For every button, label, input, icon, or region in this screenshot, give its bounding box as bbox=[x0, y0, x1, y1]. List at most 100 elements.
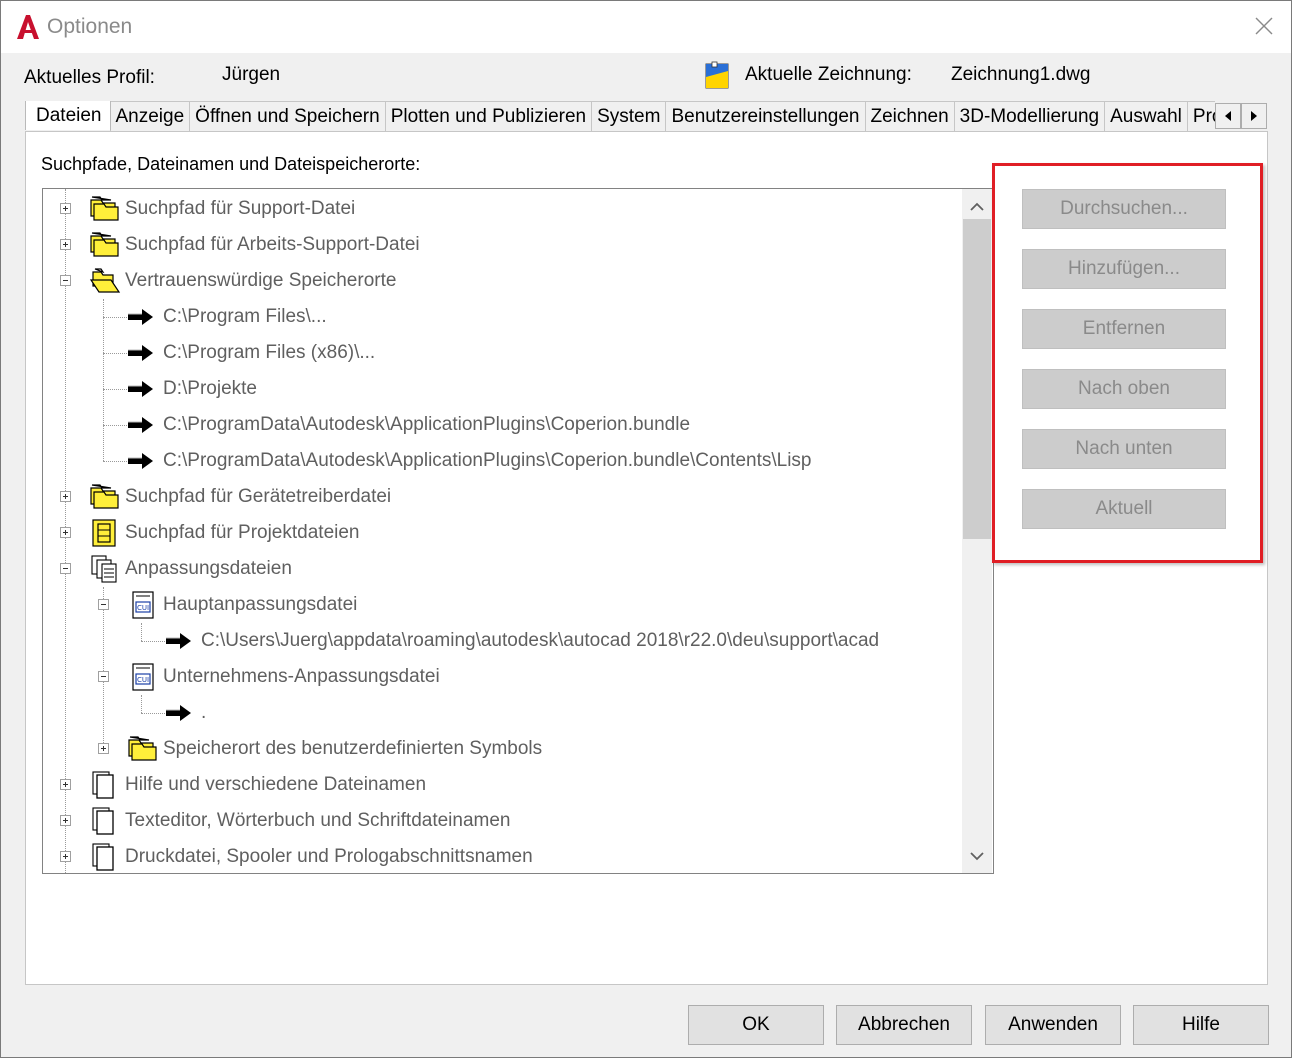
tree-item-label: C:\ProgramData\Autodesk\ApplicationPlugi… bbox=[163, 450, 812, 471]
add-button[interactable]: Hinzufügen... bbox=[1022, 249, 1226, 289]
tab-anzeige[interactable]: Anzeige bbox=[109, 101, 191, 131]
tree-scrollbar[interactable] bbox=[962, 189, 992, 873]
tree-item-trusted-locations[interactable]: Vertrauenswürdige Speicherorte bbox=[89, 263, 396, 299]
tree-item-support-path[interactable]: Suchpfad für Support-Datei bbox=[89, 191, 355, 227]
tree-item-label: Unternehmens-Anpassungsdatei bbox=[163, 666, 440, 687]
tree-item-main-customization-file[interactable]: CUI Hauptanpassungsdatei bbox=[127, 587, 357, 623]
section-label: Suchpfade, Dateinamen und Dateispeichero… bbox=[41, 154, 421, 174]
arrow-right-icon bbox=[166, 633, 191, 649]
expand-toggle[interactable] bbox=[60, 815, 71, 826]
collapse-toggle[interactable] bbox=[60, 275, 71, 286]
tree-item-custom-icon-location[interactable]: Speicherort des benutzerdefinierten Symb… bbox=[127, 731, 542, 767]
tree-item-label: Speicherort des benutzerdefinierten Symb… bbox=[163, 738, 543, 759]
drawing-file-icon bbox=[705, 61, 729, 89]
autocad-logo-icon bbox=[17, 15, 39, 39]
tree-item-label: Vertrauenswürdige Speicherorte bbox=[125, 270, 397, 291]
arrow-right-icon bbox=[128, 309, 153, 325]
tab-oeffnen-speichern[interactable]: Öffnen und Speichern bbox=[189, 101, 386, 131]
tree-item-path[interactable]: C:\ProgramData\Autodesk\ApplicationPlugi… bbox=[127, 407, 690, 443]
tree-item-print-spooler-files[interactable]: Druckdatei, Spooler und Prologabschnitts… bbox=[89, 839, 533, 873]
cui-file-icon: CUI bbox=[132, 663, 154, 691]
tab-scroll-right-button[interactable] bbox=[1241, 103, 1267, 129]
collapse-toggle[interactable] bbox=[98, 599, 109, 610]
document-stack-icon bbox=[92, 807, 114, 835]
collapse-toggle[interactable] bbox=[60, 563, 71, 574]
document-stack-icon bbox=[92, 771, 114, 799]
tree-item-label: Suchpfad für Support-Datei bbox=[125, 198, 356, 219]
tab-dateien[interactable]: Dateien bbox=[25, 101, 111, 130]
tree-item-help-misc-files[interactable]: Hilfe und verschiedene Dateinamen bbox=[89, 767, 426, 803]
expand-toggle[interactable] bbox=[60, 491, 71, 502]
project-file-icon bbox=[92, 519, 116, 547]
tree-item-label: C:\ProgramData\Autodesk\ApplicationPlugi… bbox=[163, 414, 691, 435]
chevron-down-icon bbox=[970, 851, 984, 860]
tab-zeichnen[interactable]: Zeichnen bbox=[864, 101, 955, 131]
tab-profile[interactable]: Profile bbox=[1186, 101, 1215, 131]
close-button[interactable] bbox=[1247, 9, 1281, 43]
tree-item-enterprise-customization-file[interactable]: CUI Unternehmens-Anpassungsdatei bbox=[127, 659, 440, 695]
arrow-right-icon bbox=[128, 381, 153, 397]
folder-stack-icon bbox=[128, 736, 157, 761]
tab-system[interactable]: System bbox=[591, 101, 667, 131]
expand-toggle[interactable] bbox=[60, 527, 71, 538]
cui-file-icon: CUI bbox=[132, 591, 154, 619]
tree-item-label: C:\Program Files\... bbox=[163, 306, 327, 327]
file-tree[interactable]: Suchpfad für Support-Datei Suchpfad für … bbox=[42, 188, 994, 874]
tree-item-label: Druckdatei, Spooler und Prologabschnitts… bbox=[125, 846, 533, 867]
tab-benutzereinstellungen[interactable]: Benutzereinstellungen bbox=[665, 101, 866, 131]
scroll-up-button[interactable] bbox=[962, 191, 992, 221]
tree-item-path[interactable]: C:\ProgramData\Autodesk\ApplicationPlugi… bbox=[127, 443, 812, 479]
arrow-right-icon bbox=[128, 345, 153, 361]
tree-item-path[interactable]: D:\Projekte bbox=[127, 371, 257, 407]
tree-item-text-editor-files[interactable]: Texteditor, Wörterbuch und Schriftdatein… bbox=[89, 803, 510, 839]
ok-button[interactable]: OK bbox=[688, 1005, 824, 1045]
profile-value: Jürgen bbox=[222, 64, 281, 85]
arrow-right-icon bbox=[166, 705, 191, 721]
tree-item-customization-files[interactable]: Anpassungsdateien bbox=[89, 551, 292, 587]
tab-auswahl[interactable]: Auswahl bbox=[1104, 101, 1188, 131]
tab-plotten-publizieren[interactable]: Plotten und Publizieren bbox=[384, 101, 593, 131]
triangle-left-icon bbox=[1225, 111, 1231, 121]
collapse-toggle[interactable] bbox=[98, 671, 109, 682]
browse-button[interactable]: Durchsuchen... bbox=[1022, 189, 1226, 229]
apply-button[interactable]: Anwenden bbox=[985, 1005, 1121, 1045]
expand-toggle[interactable] bbox=[98, 743, 109, 754]
tree-item-working-support-path[interactable]: Suchpfad für Arbeits-Support-Datei bbox=[89, 227, 420, 263]
tab-3d-modellierung[interactable]: 3D-Modellierung bbox=[953, 101, 1106, 131]
profile-label: Aktuelles Profil: bbox=[24, 67, 155, 88]
tree-item-label: C:\Program Files (x86)\... bbox=[163, 342, 376, 363]
svg-text:CUI: CUI bbox=[137, 604, 149, 612]
expand-toggle[interactable] bbox=[60, 851, 71, 862]
tree-item-label: . bbox=[201, 702, 207, 723]
tree-item-device-driver-path[interactable]: Suchpfad für Gerätetreiberdatei bbox=[89, 479, 391, 515]
expand-toggle[interactable] bbox=[60, 239, 71, 250]
arrow-right-icon bbox=[128, 417, 153, 433]
folder-open-stack-icon bbox=[89, 268, 121, 293]
tree-item-label: Suchpfad für Arbeits-Support-Datei bbox=[125, 234, 420, 255]
help-button[interactable]: Hilfe bbox=[1133, 1005, 1269, 1045]
title-bar[interactable]: Optionen bbox=[1, 1, 1291, 53]
tree-item-label: Suchpfad für Gerätetreiberdatei bbox=[125, 486, 392, 507]
move-up-button[interactable]: Nach oben bbox=[1022, 369, 1226, 409]
scroll-down-button[interactable] bbox=[962, 841, 992, 871]
set-current-button[interactable]: Aktuell bbox=[1022, 489, 1226, 529]
tree-item-path[interactable]: C:\Program Files (x86)\... bbox=[127, 335, 375, 371]
scrollbar-thumb[interactable] bbox=[963, 219, 991, 539]
expand-toggle[interactable] bbox=[60, 779, 71, 790]
tree-item-label: D:\Projekte bbox=[163, 378, 257, 399]
tree-item-path[interactable]: C:\Users\Juerg\appdata\roaming\autodesk\… bbox=[165, 623, 879, 659]
tree-item-path[interactable]: C:\Program Files\... bbox=[127, 299, 327, 335]
tab-scroll-left-button[interactable] bbox=[1215, 103, 1241, 129]
tree-item-project-files-path[interactable]: Suchpfad für Projektdateien bbox=[89, 515, 360, 551]
close-icon bbox=[1255, 17, 1273, 35]
folder-stack-icon bbox=[90, 232, 119, 257]
documents-icon bbox=[91, 555, 117, 583]
remove-button[interactable]: Entfernen bbox=[1022, 309, 1226, 349]
cancel-button[interactable]: Abbrechen bbox=[836, 1005, 972, 1045]
tree-item-path[interactable]: . bbox=[165, 695, 206, 731]
tree-item-label: Hilfe und verschiedene Dateinamen bbox=[125, 774, 427, 795]
tree-item-label: Hauptanpassungsdatei bbox=[163, 594, 358, 615]
tree-item-label: Anpassungsdateien bbox=[125, 558, 292, 579]
move-down-button[interactable]: Nach unten bbox=[1022, 429, 1226, 469]
expand-toggle[interactable] bbox=[60, 203, 71, 214]
